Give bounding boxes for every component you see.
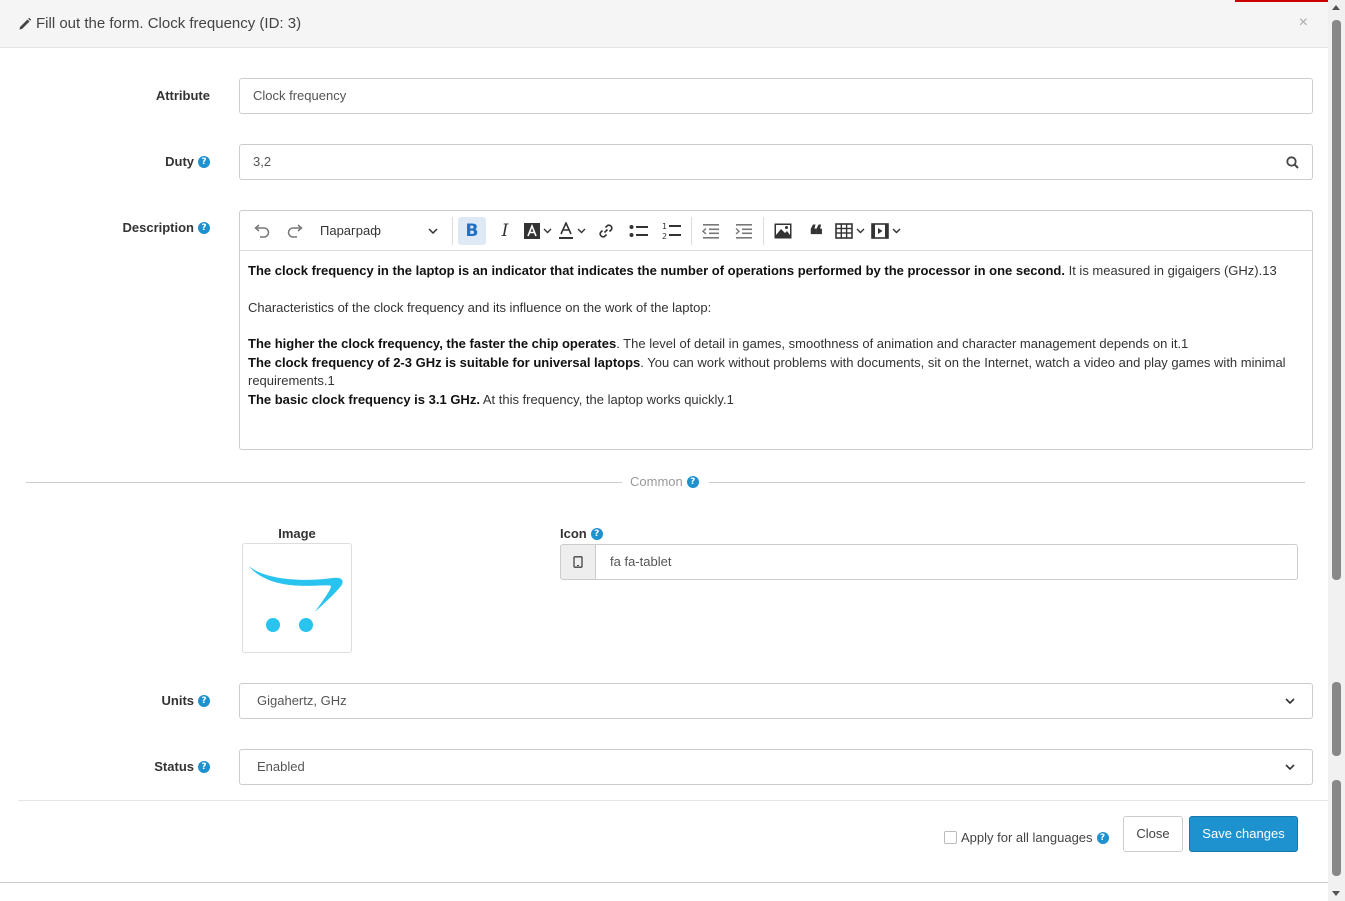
attribute-label: Attribute <box>155 88 210 103</box>
image-icon[interactable] <box>769 217 797 245</box>
search-button[interactable] <box>1273 144 1313 180</box>
section-divider <box>26 482 622 483</box>
scrollbar-thumb[interactable] <box>1332 780 1341 876</box>
icon-input[interactable]: fa fa-tablet <box>595 544 1298 580</box>
highlight-color-dropdown[interactable] <box>524 222 552 239</box>
svg-text:2: 2 <box>662 232 667 240</box>
close-icon[interactable]: × <box>1299 14 1308 32</box>
media-dropdown[interactable] <box>871 222 901 239</box>
toolbar-separator <box>763 216 764 245</box>
units-select[interactable]: Gigahertz, GHz <box>239 683 1313 719</box>
indent-icon[interactable] <box>730 217 758 245</box>
chevron-down-icon <box>892 228 901 233</box>
chevron-down-icon <box>543 228 552 233</box>
toolbar-separator <box>691 216 692 245</box>
svg-text:1: 1 <box>662 222 667 231</box>
scroll-up-arrow-icon[interactable] <box>1332 5 1340 10</box>
image-thumbnail[interactable] <box>242 543 352 653</box>
help-icon[interactable]: ? <box>198 155 210 168</box>
bulleted-list-icon[interactable] <box>625 217 653 245</box>
scrollbar-thumb[interactable] <box>1332 20 1341 580</box>
icon-label: Icon ? <box>560 526 603 541</box>
modal-title: Fill out the form. Clock frequency (ID: … <box>18 15 301 32</box>
chevron-down-icon <box>428 227 438 234</box>
top-accent-line <box>1235 0 1328 2</box>
paragraph-format-select[interactable]: Параграф <box>314 223 444 238</box>
chevron-down-icon <box>856 228 865 233</box>
modal-bottom-border <box>0 882 1328 883</box>
modal-title-text: Fill out the form. Clock frequency (ID: … <box>36 15 302 32</box>
duty-input[interactable]: 3,2 <box>239 144 1274 180</box>
help-icon[interactable]: ? <box>198 221 210 234</box>
numbered-list-icon[interactable]: 12 <box>658 217 686 245</box>
search-icon <box>1286 155 1299 169</box>
description-paragraph: The higher the clock frequency, the fast… <box>248 336 1189 352</box>
scroll-down-arrow-icon[interactable] <box>1332 891 1340 896</box>
help-icon[interactable]: ? <box>1096 831 1109 844</box>
scrollbar-thumb[interactable] <box>1332 682 1341 756</box>
footer-divider <box>18 800 1328 801</box>
chevron-down-icon <box>1285 764 1295 770</box>
chevron-down-icon <box>1285 698 1295 704</box>
chevron-down-icon <box>577 228 586 233</box>
description-paragraph: The clock frequency of 2-3 GHz is suitab… <box>248 354 1286 389</box>
description-paragraph: The clock frequency in the laptop is an … <box>248 263 1277 278</box>
media-icon <box>871 222 889 239</box>
units-label: Units ? <box>20 693 210 708</box>
close-button[interactable]: Close <box>1123 816 1183 852</box>
icon-preview <box>560 544 596 580</box>
save-changes-button[interactable]: Save changes <box>1189 816 1298 852</box>
cart-logo-icon <box>249 566 343 632</box>
status-select[interactable]: Enabled <box>239 749 1313 785</box>
pencil-icon <box>19 17 32 29</box>
apply-all-languages[interactable]: Apply for all languages ? <box>944 830 1109 845</box>
description-paragraph: The basic clock frequency is 3.1 GHz. At… <box>248 391 734 407</box>
italic-icon[interactable]: I <box>491 217 519 245</box>
outdent-icon[interactable] <box>697 217 725 245</box>
help-icon[interactable]: ? <box>198 694 210 707</box>
help-icon[interactable]: ? <box>686 475 699 488</box>
redo-icon[interactable] <box>281 217 309 245</box>
font-color-dropdown[interactable] <box>558 221 586 240</box>
description-label: Description ? <box>20 220 210 235</box>
help-icon[interactable]: ? <box>590 527 603 540</box>
attribute-input[interactable]: Clock frequency <box>239 78 1313 114</box>
help-icon[interactable]: ? <box>198 760 210 773</box>
modal-header: Fill out the form. Clock frequency (ID: … <box>0 0 1328 48</box>
description-editor[interactable]: Параграф B I 12 ❝ The clock frequency in… <box>239 210 1313 450</box>
undo-icon[interactable] <box>248 217 276 245</box>
status-label: Status ? <box>20 759 210 774</box>
highlight-icon <box>524 222 540 239</box>
duty-label: Duty ? <box>20 154 210 169</box>
tablet-icon <box>573 556 583 568</box>
section-common-label: Common ? <box>630 474 699 489</box>
table-dropdown[interactable] <box>835 222 865 239</box>
scrollbar[interactable] <box>1328 0 1345 901</box>
blockquote-icon[interactable]: ❝ <box>802 217 830 249</box>
description-paragraph: Characteristics of the clock frequency a… <box>248 299 712 315</box>
editor-content[interactable]: The clock frequency in the laptop is an … <box>240 251 1312 410</box>
link-icon[interactable] <box>592 217 620 245</box>
bold-icon[interactable]: B <box>458 216 486 245</box>
editor-toolbar: Параграф B I 12 ❝ <box>240 211 1312 251</box>
table-icon <box>835 222 853 239</box>
toolbar-separator <box>452 216 453 245</box>
image-label: Image <box>278 526 316 541</box>
section-divider <box>709 482 1305 483</box>
apply-all-languages-checkbox[interactable] <box>944 831 957 844</box>
font-color-icon <box>559 221 573 239</box>
